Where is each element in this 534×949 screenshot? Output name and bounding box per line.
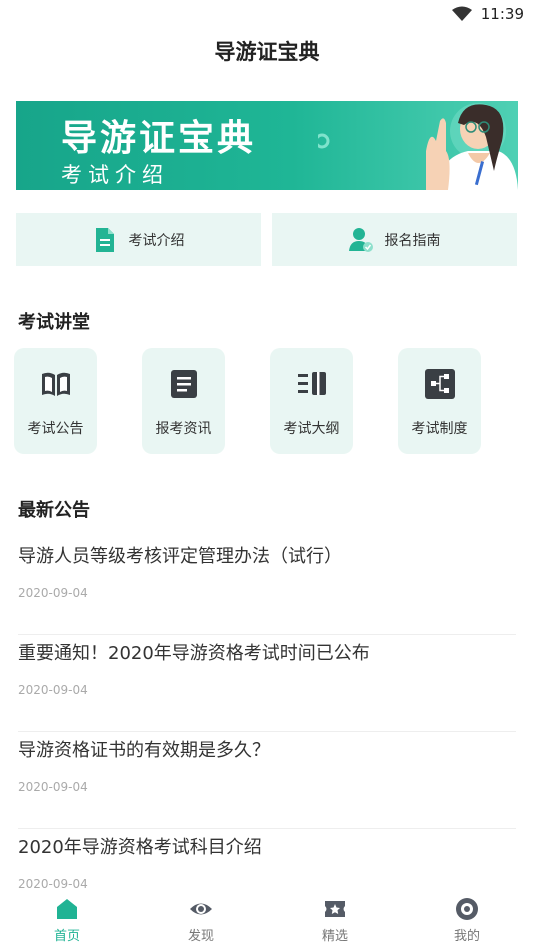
tab-home[interactable]: 首页 bbox=[0, 893, 134, 949]
tab-featured-label: 精选 bbox=[321, 929, 348, 944]
news-item[interactable]: 导游资格证书的有效期是多久？ 2020-09-04 bbox=[18, 732, 516, 829]
news-title: 重要通知！2020年导游资格考试时间已公布 bbox=[18, 643, 370, 664]
registration-guide-label: 报名指南 bbox=[384, 232, 441, 249]
news-section-title: 最新公告 bbox=[18, 500, 90, 521]
news-title: 导游人员等级考核评定管理办法（试行） bbox=[18, 546, 342, 567]
news-date: 2020-09-04 bbox=[18, 683, 88, 697]
document-icon bbox=[95, 227, 114, 252]
status-bar: 11:39 bbox=[0, 0, 534, 28]
tab-featured[interactable]: 精选 bbox=[268, 893, 402, 949]
lecture-label: 考试制度 bbox=[411, 421, 468, 437]
lecture-label: 报考资讯 bbox=[155, 421, 212, 437]
status-time: 11:39 bbox=[480, 5, 524, 23]
tab-discover[interactable]: 发现 bbox=[134, 893, 268, 949]
book-icon bbox=[42, 372, 70, 396]
banner[interactable]: 导游证宝典 考试介绍 bbox=[16, 101, 518, 190]
star-ticket-icon bbox=[325, 901, 345, 917]
news-title: 2020年导游资格考试科目介绍 bbox=[18, 837, 262, 858]
exam-intro-label: 考试介绍 bbox=[128, 232, 185, 249]
news-item[interactable]: 重要通知！2020年导游资格考试时间已公布 2020-09-04 bbox=[18, 635, 516, 732]
news-title: 导游资格证书的有效期是多久？ bbox=[18, 740, 270, 761]
lecture-section-title: 考试讲堂 bbox=[18, 312, 90, 333]
tab-home-label: 首页 bbox=[53, 929, 80, 944]
page-title: 导游证宝典 bbox=[214, 40, 320, 64]
news-date: 2020-09-04 bbox=[18, 586, 88, 600]
news-item[interactable]: 导游人员等级考核评定管理办法（试行） 2020-09-04 bbox=[18, 538, 516, 635]
news-icon bbox=[171, 370, 197, 398]
tab-mine-label: 我的 bbox=[453, 929, 480, 944]
exam-intro-button[interactable]: 考试介绍 bbox=[16, 213, 261, 266]
eye-icon bbox=[190, 903, 212, 915]
tab-discover-label: 发现 bbox=[187, 929, 214, 944]
news-date: 2020-09-04 bbox=[18, 780, 88, 794]
tab-mine[interactable]: 我的 bbox=[400, 893, 534, 949]
wifi-icon bbox=[452, 6, 472, 21]
banner-illustration bbox=[318, 103, 518, 190]
registration-guide-button[interactable]: 报名指南 bbox=[272, 213, 517, 266]
lecture-label: 考试大纲 bbox=[283, 421, 340, 437]
lecture-item-system[interactable]: 考试制度 bbox=[398, 348, 481, 454]
lecture-item-outline[interactable]: 考试大纲 bbox=[270, 348, 353, 454]
lecture-item-announcement[interactable]: 考试公告 bbox=[14, 348, 97, 454]
outline-icon bbox=[298, 372, 326, 395]
news-date: 2020-09-04 bbox=[18, 877, 88, 891]
user-check-icon bbox=[348, 227, 373, 252]
lecture-label: 考试公告 bbox=[27, 421, 84, 437]
banner-subtitle: 考试介绍 bbox=[61, 163, 169, 187]
banner-title: 导游证宝典 bbox=[61, 118, 257, 159]
lecture-item-news[interactable]: 报考资讯 bbox=[142, 348, 225, 454]
home-icon bbox=[57, 899, 77, 919]
bottom-tab-bar: 首页 发现 精选 我的 bbox=[0, 893, 534, 949]
profile-icon bbox=[456, 898, 478, 920]
flowchart-icon bbox=[425, 369, 455, 399]
